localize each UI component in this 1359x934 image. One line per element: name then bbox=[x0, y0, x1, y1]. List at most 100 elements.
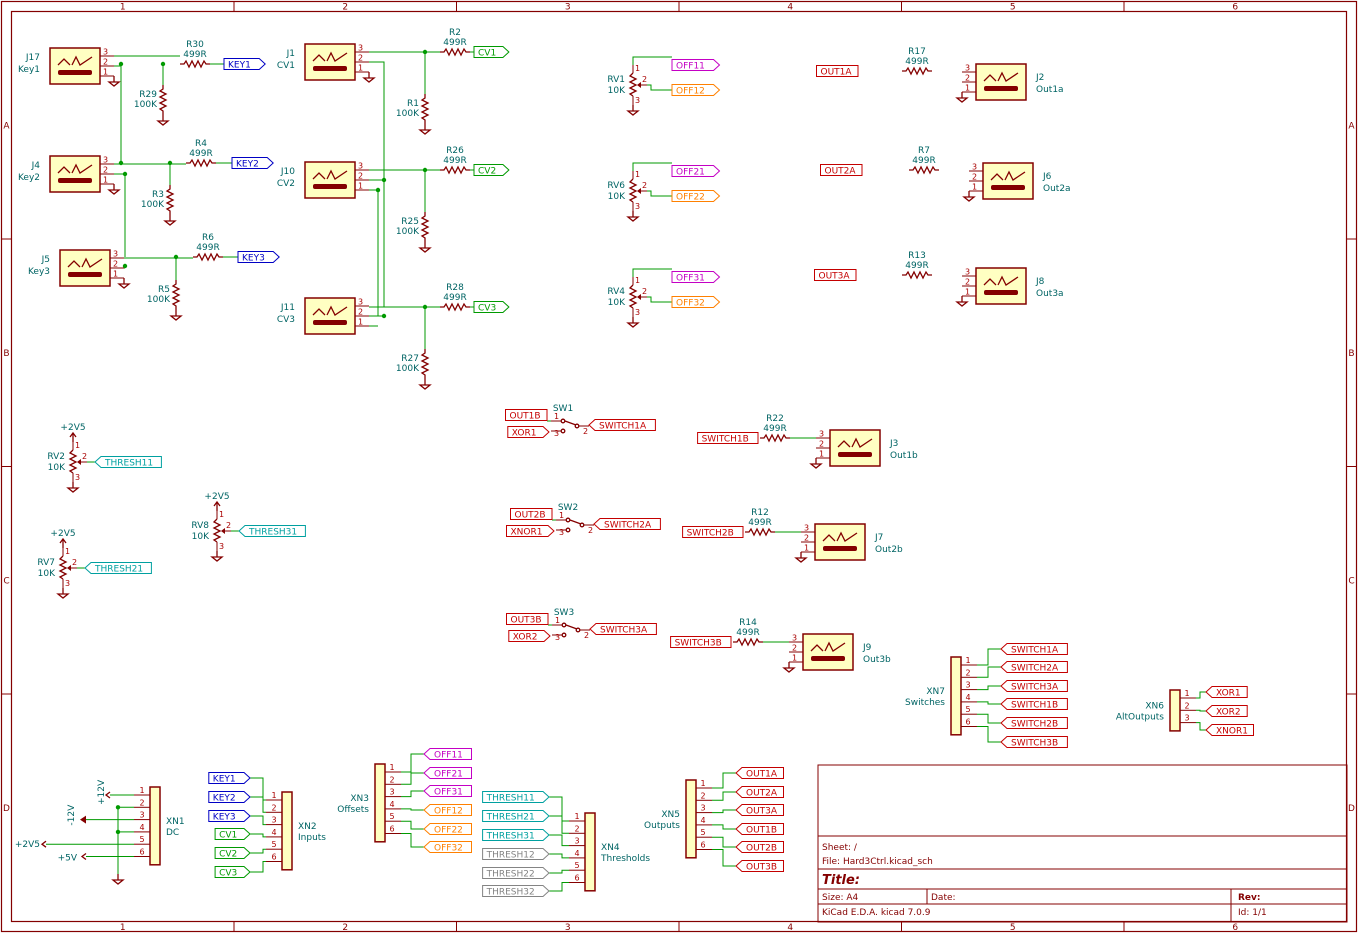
pin-number: 1 bbox=[792, 654, 797, 663]
net-label-text: SWITCH3B bbox=[675, 639, 722, 649]
pin-number: 4 bbox=[700, 816, 705, 825]
ground-symbol bbox=[955, 97, 969, 103]
grid-row-label: C bbox=[3, 576, 9, 586]
pot-arrow bbox=[77, 459, 81, 465]
resistor-ref: R12 bbox=[751, 508, 769, 518]
net-label-text: XNOR1 bbox=[1216, 727, 1248, 737]
net-label-text: SWITCH3A bbox=[600, 626, 648, 636]
net-label-text: OFF32 bbox=[676, 299, 705, 309]
resistor-ref: R14 bbox=[739, 618, 757, 628]
grid-column-label: 4 bbox=[787, 923, 793, 933]
pin-number: 3 bbox=[1184, 714, 1189, 723]
ground-symbol bbox=[107, 189, 121, 195]
pin-number: 6 bbox=[574, 874, 579, 883]
pin-number: 2 bbox=[804, 534, 809, 543]
pin-number: 2 bbox=[358, 172, 363, 181]
net-label-text: SWITCH1B bbox=[1011, 701, 1058, 711]
ground-symbol bbox=[626, 322, 640, 328]
net-label-text: OFF11 bbox=[434, 751, 463, 761]
net-label-text: SWITCH2B bbox=[687, 529, 734, 539]
jack-ref: J11 bbox=[280, 303, 295, 313]
pin-number: 2 bbox=[642, 287, 647, 296]
pin-number: 6 bbox=[700, 841, 705, 850]
resistor-ref: R27 bbox=[401, 354, 419, 364]
grid-column-label: 5 bbox=[1010, 923, 1016, 933]
pin-number: 4 bbox=[271, 828, 276, 837]
grid-column-label: 2 bbox=[342, 3, 348, 13]
resistor-symbol bbox=[420, 94, 430, 124]
jack-value: Out1b bbox=[890, 451, 918, 461]
wire bbox=[647, 84, 672, 91]
wire bbox=[712, 849, 736, 867]
switch-contact bbox=[560, 428, 566, 434]
pot-arrow bbox=[637, 82, 641, 88]
jack-ref: J4 bbox=[31, 161, 41, 171]
pot-element bbox=[212, 518, 222, 543]
title-block-size: Size: A4 bbox=[822, 893, 859, 903]
resistor-value: 100K bbox=[396, 364, 420, 374]
ground-symbol bbox=[626, 216, 640, 222]
grid-column-label: 1 bbox=[120, 3, 126, 13]
jack-body bbox=[304, 161, 356, 199]
net-label-text: THRESH12 bbox=[486, 851, 535, 861]
header-body bbox=[281, 791, 293, 871]
resistor-ref: R7 bbox=[918, 146, 930, 156]
pin-number: 3 bbox=[358, 162, 363, 171]
header-value: DC bbox=[166, 828, 179, 838]
resistor-symbol bbox=[440, 165, 470, 175]
switch-lever bbox=[564, 420, 577, 426]
pin-number: 2 bbox=[358, 54, 363, 63]
wire bbox=[250, 815, 266, 826]
jack-sleeve bbox=[811, 656, 845, 661]
pot-element bbox=[628, 284, 638, 309]
pin-number: 2 bbox=[972, 173, 977, 182]
net-label-text: OFF21 bbox=[676, 167, 705, 177]
pin-number: 3 bbox=[972, 163, 977, 172]
pot-element bbox=[628, 178, 638, 203]
pin-number: 2 bbox=[965, 278, 970, 287]
pin-number: 1 bbox=[358, 182, 363, 191]
jack-value: Out2b bbox=[875, 545, 903, 555]
wire bbox=[1196, 691, 1206, 699]
header-value: Switches bbox=[905, 698, 945, 708]
net-label-text: OFF12 bbox=[434, 807, 463, 817]
net-label-text: KEY3 bbox=[213, 813, 236, 823]
wire bbox=[977, 713, 1001, 724]
pin-number: 1 bbox=[103, 176, 108, 185]
pin-number: 3 bbox=[555, 633, 560, 642]
wire bbox=[977, 685, 1001, 691]
resistor-ref: R6 bbox=[202, 233, 214, 243]
net-label-text: OUT2A bbox=[746, 789, 778, 799]
switch-contact bbox=[565, 527, 571, 533]
title-block-sheet: Sheet: / bbox=[822, 843, 858, 853]
wire bbox=[712, 824, 736, 830]
junction-dot bbox=[375, 187, 381, 193]
header-ref: XN7 bbox=[926, 687, 945, 697]
jack-body bbox=[49, 155, 101, 193]
wire bbox=[401, 808, 424, 811]
jack-ref: J5 bbox=[41, 255, 50, 265]
header-body bbox=[685, 779, 697, 859]
pin-number: 3 bbox=[559, 528, 564, 537]
pin-number: 3 bbox=[635, 96, 640, 105]
net-label-text: OFF11 bbox=[676, 61, 705, 71]
pin-number: 1 bbox=[271, 791, 276, 800]
net-label-text: OFF22 bbox=[676, 193, 705, 203]
jack-sleeve bbox=[313, 320, 347, 325]
pin-number: 2 bbox=[700, 791, 705, 800]
resistor-symbol bbox=[420, 212, 430, 242]
pin-number: 3 bbox=[389, 788, 394, 797]
wire bbox=[250, 861, 266, 873]
pin-number: 3 bbox=[75, 473, 80, 482]
net-label-text: KEY1 bbox=[213, 775, 236, 785]
pin-number: 1 bbox=[113, 270, 118, 279]
wire bbox=[369, 189, 379, 316]
resistor-value: 100K bbox=[134, 100, 158, 110]
wire bbox=[549, 869, 569, 874]
jack-value: CV3 bbox=[277, 315, 295, 325]
net-labels: KEY1 KEY2 KEY3 CV1 CV2 CV3 OFF11 OFF12 OFF21 OFF2… bbox=[84, 46, 1254, 898]
resistor-value: 100K bbox=[147, 295, 171, 305]
net-label-text: KEY1 bbox=[228, 61, 251, 71]
header-ref: XN5 bbox=[661, 810, 680, 820]
net-label-text: SWITCH3A bbox=[1011, 683, 1059, 693]
